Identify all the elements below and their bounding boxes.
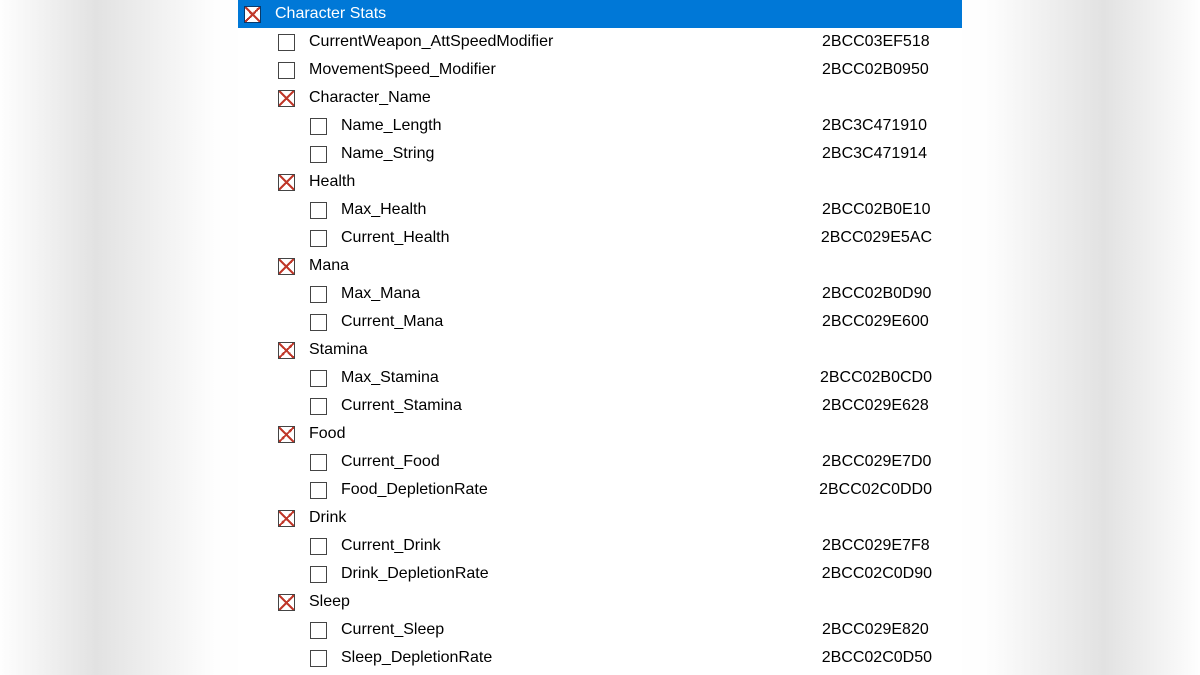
row-address: 2BCC02C0D90 [822,560,962,588]
row-address: 2BC3C471914 [822,140,962,168]
tree-row[interactable]: Current_Drink 2BCC029E7F8 [238,532,962,560]
row-address: 2BCC02B0E10 [822,196,962,224]
tree-row-group[interactable]: Character_Name [238,84,962,112]
row-address: 2BCC029E628 [822,392,962,420]
checkbox-icon[interactable] [310,146,327,163]
checkbox-icon[interactable] [310,286,327,303]
checkbox-icon[interactable] [278,258,295,275]
tree-row-group[interactable]: Health [238,168,962,196]
tree-row-group[interactable]: Mana [238,252,962,280]
row-label: Sleep_DepletionRate [341,644,492,672]
row-address: 2BCC029E600 [822,308,962,336]
tree-row[interactable]: Drink_DepletionRate 2BCC02C0D90 [238,560,962,588]
tree-row-group[interactable]: Food [238,420,962,448]
row-label: MovementSpeed_Modifier [309,56,496,84]
address-list-panel: Character Stats CurrentWeapon_AttSpeedMo… [238,0,962,675]
checkbox-icon[interactable] [310,118,327,135]
row-address: 2BCC02C0DD0 [819,476,962,504]
tree-row[interactable]: Name_Length 2BC3C471910 [238,112,962,140]
row-address: 2BCC02B0950 [822,56,962,84]
row-label: Stamina [309,336,368,364]
tree-row-root[interactable]: Character Stats [238,0,962,28]
tree-row[interactable]: Current_Mana 2BCC029E600 [238,308,962,336]
row-label: Name_Length [341,112,442,140]
row-label: Food_DepletionRate [341,476,488,504]
checkbox-icon[interactable] [244,6,261,23]
row-label: Drink_DepletionRate [341,560,489,588]
checkbox-icon[interactable] [310,650,327,667]
tree-row[interactable]: Current_Sleep 2BCC029E820 [238,616,962,644]
row-label: Max_Mana [341,280,420,308]
tree-row[interactable]: Sleep_DepletionRate 2BCC02C0D50 [238,644,962,672]
row-label: Max_Health [341,196,426,224]
tree-row[interactable]: Current_Stamina 2BCC029E628 [238,392,962,420]
row-label: Current_Food [341,448,440,476]
row-address: 2BCC029E7F8 [822,532,962,560]
row-address: 2BCC029E5AC [821,224,962,252]
row-label: Sleep [309,588,350,616]
row-label: Max_Stamina [341,364,439,392]
tree-row[interactable]: MovementSpeed_Modifier 2BCC02B0950 [238,56,962,84]
checkbox-icon[interactable] [278,62,295,79]
tree-row[interactable]: Current_Health 2BCC029E5AC [238,224,962,252]
checkbox-icon[interactable] [310,622,327,639]
tree-row[interactable]: Current_Food 2BCC029E7D0 [238,448,962,476]
tree-row[interactable]: Max_Mana 2BCC02B0D90 [238,280,962,308]
checkbox-icon[interactable] [278,510,295,527]
row-address: 2BCC02B0D90 [822,280,962,308]
row-label: Current_Mana [341,308,443,336]
checkbox-icon[interactable] [310,482,327,499]
row-address: 2BC3C471910 [822,112,962,140]
checkbox-icon[interactable] [310,538,327,555]
tree-row-group[interactable]: Stamina [238,336,962,364]
checkbox-icon[interactable] [310,370,327,387]
row-label: Drink [309,504,346,532]
row-label: Character Stats [275,0,386,28]
row-label: Food [309,420,345,448]
checkbox-icon[interactable] [278,426,295,443]
row-address: 2BCC03EF518 [822,28,962,56]
row-address: 2BCC029E820 [822,616,962,644]
checkbox-icon[interactable] [310,454,327,471]
tree-row[interactable]: Max_Stamina 2BCC02B0CD0 [238,364,962,392]
checkbox-icon[interactable] [310,398,327,415]
row-label: Character_Name [309,84,431,112]
row-address: 2BCC02C0D50 [822,644,962,672]
tree-row[interactable]: Max_Health 2BCC02B0E10 [238,196,962,224]
row-label: Health [309,168,355,196]
checkbox-icon[interactable] [310,230,327,247]
tree-row-group[interactable]: Sleep [238,588,962,616]
tree-row[interactable]: Name_String 2BC3C471914 [238,140,962,168]
row-label: Current_Health [341,224,450,252]
row-label: Current_Sleep [341,616,444,644]
checkbox-icon[interactable] [310,314,327,331]
row-label: Current_Stamina [341,392,462,420]
row-label: Mana [309,252,349,280]
row-label: CurrentWeapon_AttSpeedModifier [309,28,553,56]
checkbox-icon[interactable] [310,566,327,583]
checkbox-icon[interactable] [278,174,295,191]
tree-row[interactable]: CurrentWeapon_AttSpeedModifier 2BCC03EF5… [238,28,962,56]
tree-row[interactable]: Food_DepletionRate 2BCC02C0DD0 [238,476,962,504]
row-label: Name_String [341,140,434,168]
checkbox-icon[interactable] [278,34,295,51]
tree-row-group[interactable]: Drink [238,504,962,532]
row-label: Current_Drink [341,532,441,560]
checkbox-icon[interactable] [278,90,295,107]
checkbox-icon[interactable] [278,594,295,611]
checkbox-icon[interactable] [278,342,295,359]
row-address: 2BCC02B0CD0 [820,364,962,392]
checkbox-icon[interactable] [310,202,327,219]
row-address: 2BCC029E7D0 [822,448,962,476]
